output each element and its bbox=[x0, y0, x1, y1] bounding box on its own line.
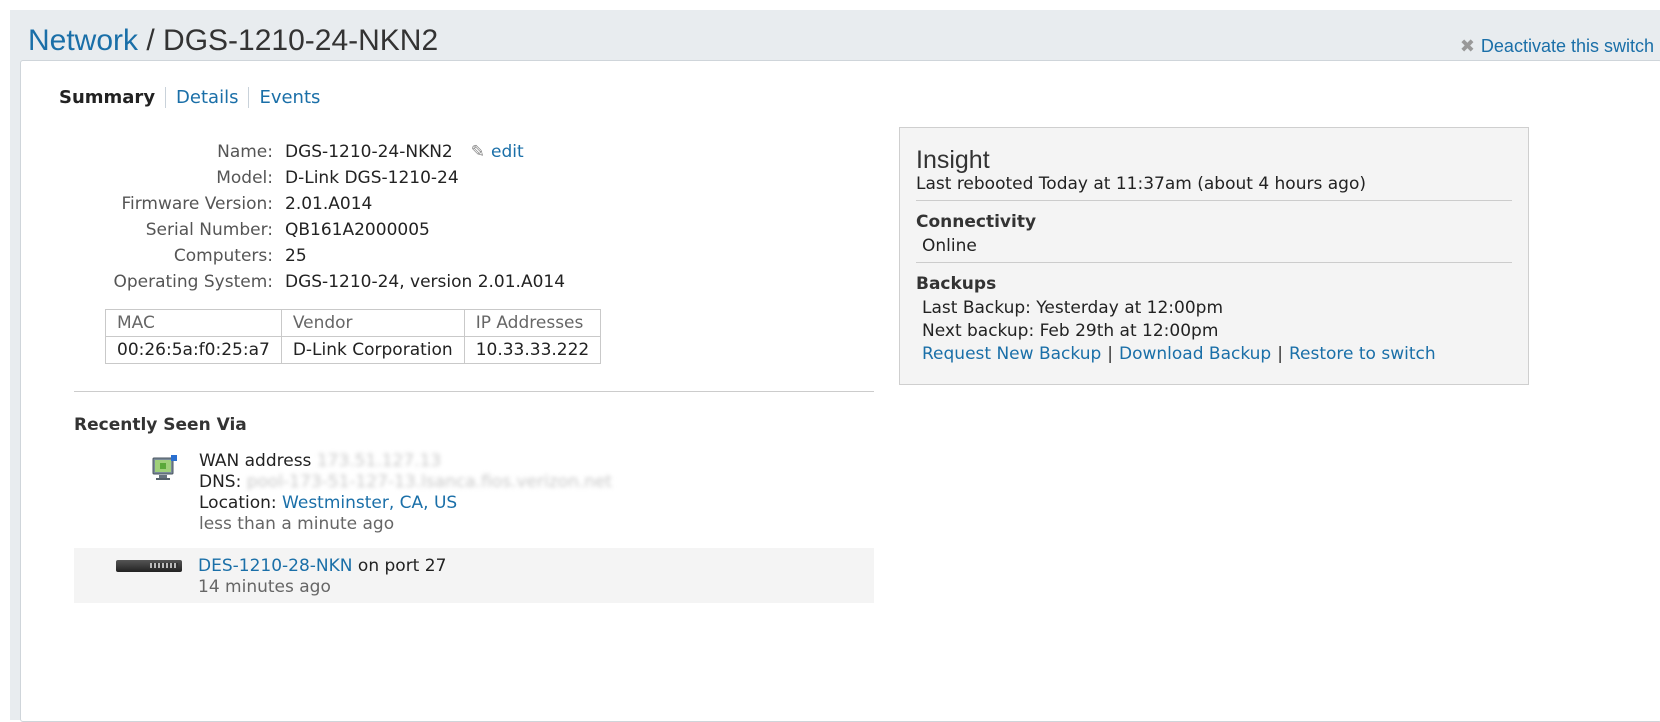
breadcrumb-separator: / bbox=[138, 24, 164, 57]
dns-label: DNS: bbox=[199, 472, 242, 492]
backups-heading: Backups bbox=[916, 274, 997, 294]
firmware-value: 2.01.A014 bbox=[285, 194, 373, 214]
serial-value: QB161A2000005 bbox=[285, 220, 430, 240]
switch-row: DES-1210-28-NKN on port 27 bbox=[198, 556, 446, 577]
page-title: Network / DGS-1210-24-NKN2 bbox=[28, 24, 438, 58]
info-row-serial: Serial Number: QB161A2000005 bbox=[61, 217, 621, 243]
table-row: 00:26:5a:f0:25:a7 D-Link Corporation 10.… bbox=[105, 336, 602, 364]
insight-title: Insight bbox=[916, 146, 990, 174]
vendor-cell: D-Link Corporation bbox=[280, 336, 465, 364]
page-container: Network / DGS-1210-24-NKN2 ✖ Deactivate … bbox=[10, 10, 1660, 722]
device-title: DGS-1210-24-NKN2 bbox=[163, 24, 439, 57]
model-label: Model: bbox=[216, 168, 273, 188]
next-backup-text: Next backup: Feb 29th at 12:00pm bbox=[922, 321, 1219, 341]
backup-actions: Request New Backup | Download Backup | Resto… bbox=[922, 344, 1436, 364]
mac-cell: 00:26:5a:f0:25:a7 bbox=[105, 336, 282, 364]
info-row-name: Name: DGS-1210-24-NKN2 ✎ edit bbox=[61, 139, 621, 165]
pencil-icon[interactable]: ✎ bbox=[471, 142, 485, 162]
dns-value: pool-173-51-127-13.lsanca.fios.verizon.n… bbox=[246, 472, 613, 492]
location-row: Location: Westminster, CA, US bbox=[199, 493, 612, 514]
interfaces-table: MAC Vendor IP Addresses 00:26:5a:f0:25:a… bbox=[105, 309, 602, 364]
info-row-firmware: Firmware Version: 2.01.A014 bbox=[61, 191, 621, 217]
insight-divider bbox=[916, 262, 1512, 263]
name-label: Name: bbox=[217, 142, 273, 162]
ip-cell: 10.33.33.222 bbox=[463, 336, 602, 364]
os-value: DGS-1210-24, version 2.01.A014 bbox=[285, 272, 566, 292]
insight-divider bbox=[916, 200, 1512, 201]
recently-seen-switch-item: DES-1210-28-NKN on port 27 14 minutes ag… bbox=[74, 548, 874, 603]
link-separator: | bbox=[1107, 344, 1113, 364]
switch-timestamp: 14 minutes ago bbox=[198, 577, 331, 597]
request-new-backup-link[interactable]: Request New Backup bbox=[922, 344, 1101, 364]
upstream-switch-link[interactable]: DES-1210-28-NKN bbox=[198, 556, 353, 576]
tab-summary[interactable]: Summary bbox=[59, 87, 165, 108]
model-value: D-Link DGS-1210-24 bbox=[285, 168, 459, 188]
deactivate-switch-button[interactable]: ✖ Deactivate this switch bbox=[1460, 36, 1654, 57]
download-backup-link[interactable]: Download Backup bbox=[1119, 344, 1271, 364]
column-header-mac: MAC bbox=[105, 309, 282, 337]
connectivity-status: Online bbox=[922, 236, 977, 256]
close-icon: ✖ bbox=[1459, 36, 1475, 56]
port-text: on port 27 bbox=[357, 556, 447, 576]
edit-name-link[interactable]: edit bbox=[491, 142, 524, 162]
restore-to-switch-link[interactable]: Restore to switch bbox=[1289, 344, 1436, 364]
recently-seen-heading: Recently Seen Via bbox=[74, 415, 247, 435]
computers-label: Computers: bbox=[173, 246, 273, 266]
wan-row: WAN address 173.51.127.13 bbox=[199, 451, 612, 472]
wan-label: WAN address bbox=[199, 451, 312, 471]
location-label: Location: bbox=[199, 493, 277, 513]
tab-details[interactable]: Details bbox=[165, 87, 248, 108]
serial-label: Serial Number: bbox=[145, 220, 273, 240]
device-info: Name: DGS-1210-24-NKN2 ✎ edit Model: D-L… bbox=[61, 139, 621, 295]
info-row-model: Model: D-Link DGS-1210-24 bbox=[61, 165, 621, 191]
name-value: DGS-1210-24-NKN2 bbox=[285, 142, 453, 162]
info-row-os: Operating System: DGS-1210-24, version 2… bbox=[61, 269, 621, 295]
firmware-label: Firmware Version: bbox=[121, 194, 273, 214]
column-header-vendor: Vendor bbox=[280, 309, 465, 337]
insight-box: Insight Last rebooted Today at 11:37am (… bbox=[899, 127, 1529, 385]
header: Network / DGS-1210-24-NKN2 ✖ Deactivate … bbox=[28, 22, 1660, 62]
table-header-row: MAC Vendor IP Addresses bbox=[105, 309, 602, 337]
os-label: Operating System: bbox=[113, 272, 273, 292]
dns-row: DNS: pool-173-51-127-13.lsanca.fios.veri… bbox=[199, 472, 612, 493]
tab-bar: Summary Details Events bbox=[59, 87, 330, 108]
last-backup-text: Last Backup: Yesterday at 12:00pm bbox=[922, 298, 1224, 318]
deactivate-switch-link[interactable]: Deactivate this switch bbox=[1481, 36, 1654, 57]
reboot-text: Last rebooted Today at 11:37am (about 4 … bbox=[916, 174, 1366, 194]
monitor-network-icon bbox=[152, 455, 177, 480]
main-panel: Summary Details Events Name: DGS-1210-24… bbox=[20, 60, 1660, 722]
connectivity-heading: Connectivity bbox=[916, 212, 1037, 232]
link-separator: | bbox=[1277, 344, 1283, 364]
wan-details: WAN address 173.51.127.13 DNS: pool-173-… bbox=[199, 451, 612, 535]
breadcrumb-network-link[interactable]: Network bbox=[28, 24, 138, 57]
info-row-computers: Computers: 25 bbox=[61, 243, 621, 269]
computers-value: 25 bbox=[285, 246, 307, 266]
switch-details: DES-1210-28-NKN on port 27 14 minutes ag… bbox=[198, 556, 446, 598]
tab-events[interactable]: Events bbox=[248, 87, 330, 108]
column-header-ip: IP Addresses bbox=[463, 309, 602, 337]
wan-timestamp: less than a minute ago bbox=[199, 514, 395, 534]
section-divider bbox=[74, 391, 874, 392]
wan-address-value: 173.51.127.13 bbox=[316, 451, 442, 471]
location-link[interactable]: Westminster, CA, US bbox=[282, 493, 457, 513]
network-switch-icon bbox=[116, 560, 182, 572]
